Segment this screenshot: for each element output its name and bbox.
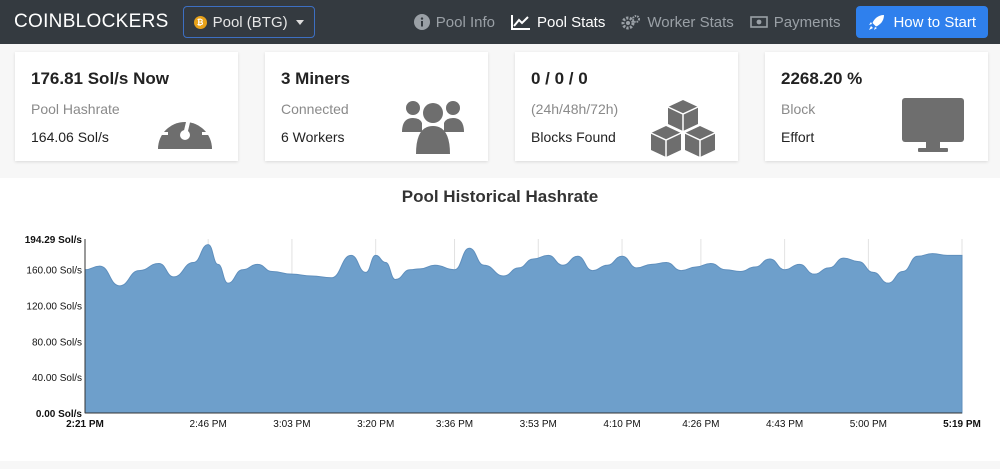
y-tick-label: 120.00 Sol/s xyxy=(26,302,82,313)
x-tick-label: 3:36 PM xyxy=(436,419,473,430)
top-navbar: COINBLOCKERS ₿ Pool (BTG) Pool Info Pool… xyxy=(0,0,1000,44)
y-tick-label: 194.29 Sol/s xyxy=(25,235,83,246)
x-tick-label: 4:43 PM xyxy=(766,419,803,430)
info-icon xyxy=(413,14,430,30)
nav-payments-label: Payments xyxy=(773,13,841,31)
card-headline: 2268.20 % xyxy=(781,69,863,88)
users-icon xyxy=(402,101,464,154)
x-tick-label: 2:46 PM xyxy=(190,419,227,430)
nav-pool-stats-label: Pool Stats xyxy=(536,13,606,31)
card-headline: 0 / 0 / 0 xyxy=(531,69,588,88)
y-tick-label: 40.00 Sol/s xyxy=(32,373,82,384)
bitcoin-gold-coin-icon: ₿ xyxy=(193,15,207,29)
hashrate-chart-panel: Pool Historical Hashrate 194.29 Sol/s 160… xyxy=(0,178,1000,461)
nav-pool-stats[interactable]: Pool Stats xyxy=(510,13,606,31)
x-tick-label: 3:03 PM xyxy=(273,419,310,430)
pool-selector-dropdown[interactable]: ₿ Pool (BTG) xyxy=(182,6,315,38)
how-to-start-label: How to Start xyxy=(893,13,976,31)
x-tick-label: 5:19 PM xyxy=(943,419,981,430)
card-headline: 3 Miners xyxy=(281,69,350,88)
chart-line-icon xyxy=(510,15,530,30)
x-tick-label: 5:00 PM xyxy=(850,419,887,430)
card-headline: 176.81 Sol/s Now xyxy=(31,69,169,88)
nav-payments[interactable]: Payments xyxy=(749,13,841,31)
x-tick-label: 2:21 PM xyxy=(66,419,104,430)
stat-card-blocks: 0 / 0 / 0 (24h/48h/72h) Blocks Found xyxy=(515,52,738,161)
how-to-start-button[interactable]: How to Start xyxy=(856,6,988,38)
desktop-icon xyxy=(902,98,964,152)
stat-card-effort: 2268.20 % Block Effort xyxy=(765,52,988,161)
x-tick-label: 4:26 PM xyxy=(682,419,719,430)
hashrate-area-series xyxy=(84,244,963,414)
nav-pool-info-label: Pool Info xyxy=(435,13,495,31)
pool-selector-label: Pool (BTG) xyxy=(212,13,288,31)
x-tick-label: 3:20 PM xyxy=(357,419,394,430)
speedometer-icon xyxy=(158,107,212,149)
stat-card-miners: 3 Miners Connected 6 Workers xyxy=(265,52,488,161)
nav-worker-stats-label: Worker Stats xyxy=(647,13,734,31)
cubes-icon xyxy=(650,100,716,157)
x-tick-label: 3:53 PM xyxy=(520,419,557,430)
y-tick-label: 160.00 Sol/s xyxy=(26,266,82,277)
cogs-icon xyxy=(621,15,641,30)
chart-title: Pool Historical Hashrate xyxy=(401,187,599,206)
stat-card-hashrate: 176.81 Sol/s Now Pool Hashrate 164.06 So… xyxy=(15,52,238,161)
y-tick-label: 80.00 Sol/s xyxy=(32,337,82,348)
money-icon xyxy=(749,16,768,28)
nav-pool-info[interactable]: Pool Info xyxy=(413,13,495,31)
nav-links: Pool Info Pool Stats Worker Stats Paymen… xyxy=(398,0,988,44)
caret-down-icon xyxy=(295,19,304,25)
nav-worker-stats[interactable]: Worker Stats xyxy=(621,13,734,31)
rocket-icon xyxy=(869,14,885,30)
brand-logo[interactable]: COINBLOCKERS xyxy=(14,11,169,33)
hashrate-area-chart: 194.29 Sol/s 160.00 Sol/s 120.00 Sol/s 80.0… xyxy=(25,235,981,430)
x-tick-label: 4:10 PM xyxy=(603,419,640,430)
